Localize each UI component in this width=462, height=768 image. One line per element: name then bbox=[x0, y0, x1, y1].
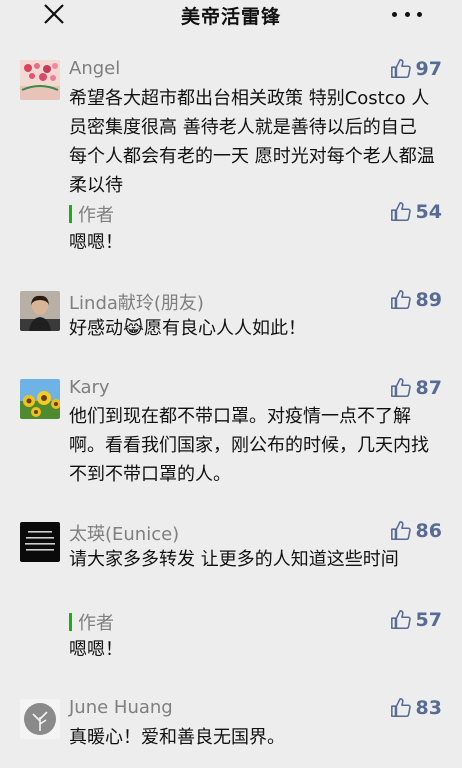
commenter-name[interactable]: 太瑛(Eunice) bbox=[69, 520, 179, 546]
comment-text: 他们到现在都不带口罩。对疫情一点不了解啊。看看我们国家，刚公布的时候，几天内找不… bbox=[69, 406, 429, 485]
author-bar bbox=[69, 613, 72, 631]
author-label: 作者 bbox=[78, 205, 114, 226]
like-button[interactable]: 89 bbox=[390, 289, 442, 311]
comment-text: 真暖心！爱和善良无国界。 bbox=[69, 727, 285, 748]
like-count: 86 bbox=[415, 520, 442, 542]
comment-text: 好感动😹愿有良心人人如此！ bbox=[69, 318, 307, 339]
reply-text: 嗯嗯！ bbox=[69, 232, 123, 253]
thumbs-up-icon bbox=[390, 698, 411, 718]
comment-text: 希望各大超市都出台相关政策 特别Costco 人员密集度很高 善待老人就是善待以… bbox=[69, 88, 435, 196]
like-count: 97 bbox=[415, 58, 442, 80]
author-label: 作者 bbox=[78, 613, 114, 634]
commenter-name[interactable]: Kary bbox=[69, 377, 110, 398]
avatar[interactable] bbox=[20, 291, 60, 331]
author-bar bbox=[69, 205, 72, 223]
author-tag: 作者 bbox=[69, 609, 114, 635]
like-count: 83 bbox=[415, 697, 442, 719]
avatar[interactable] bbox=[20, 379, 60, 419]
reply-like-button[interactable]: 54 bbox=[390, 201, 442, 223]
avatar[interactable] bbox=[20, 60, 60, 100]
author-tag: 作者 bbox=[69, 201, 114, 227]
thumbs-up-icon bbox=[390, 202, 411, 222]
like-count: 54 bbox=[415, 201, 442, 223]
top-bar: 美帝活雷锋 bbox=[0, 0, 462, 28]
more-options-icon[interactable] bbox=[392, 6, 422, 22]
thumbs-up-icon bbox=[390, 290, 411, 310]
thumbs-up-icon bbox=[390, 610, 411, 630]
reply-text: 嗯嗯！ bbox=[69, 639, 123, 660]
commenter-name[interactable]: Angel bbox=[69, 58, 120, 79]
avatar[interactable] bbox=[20, 522, 60, 562]
reply-like-button[interactable]: 57 bbox=[390, 609, 442, 631]
commenter-name[interactable]: Linda献玲(朋友) bbox=[69, 289, 204, 315]
like-count: 57 bbox=[415, 609, 442, 631]
like-button[interactable]: 97 bbox=[390, 58, 442, 80]
thumbs-up-icon bbox=[390, 378, 411, 398]
commenter-name[interactable]: June Huang bbox=[69, 697, 173, 718]
like-button[interactable]: 83 bbox=[390, 697, 442, 719]
avatar[interactable] bbox=[20, 699, 60, 739]
like-count: 87 bbox=[415, 377, 442, 399]
like-count: 89 bbox=[415, 289, 442, 311]
like-button[interactable]: 86 bbox=[390, 520, 442, 542]
thumbs-up-icon bbox=[390, 59, 411, 79]
like-button[interactable]: 87 bbox=[390, 377, 442, 399]
comment-text: 请大家多多转发 让更多的人知道这些时间 bbox=[69, 549, 399, 570]
thumbs-up-icon bbox=[390, 521, 411, 541]
